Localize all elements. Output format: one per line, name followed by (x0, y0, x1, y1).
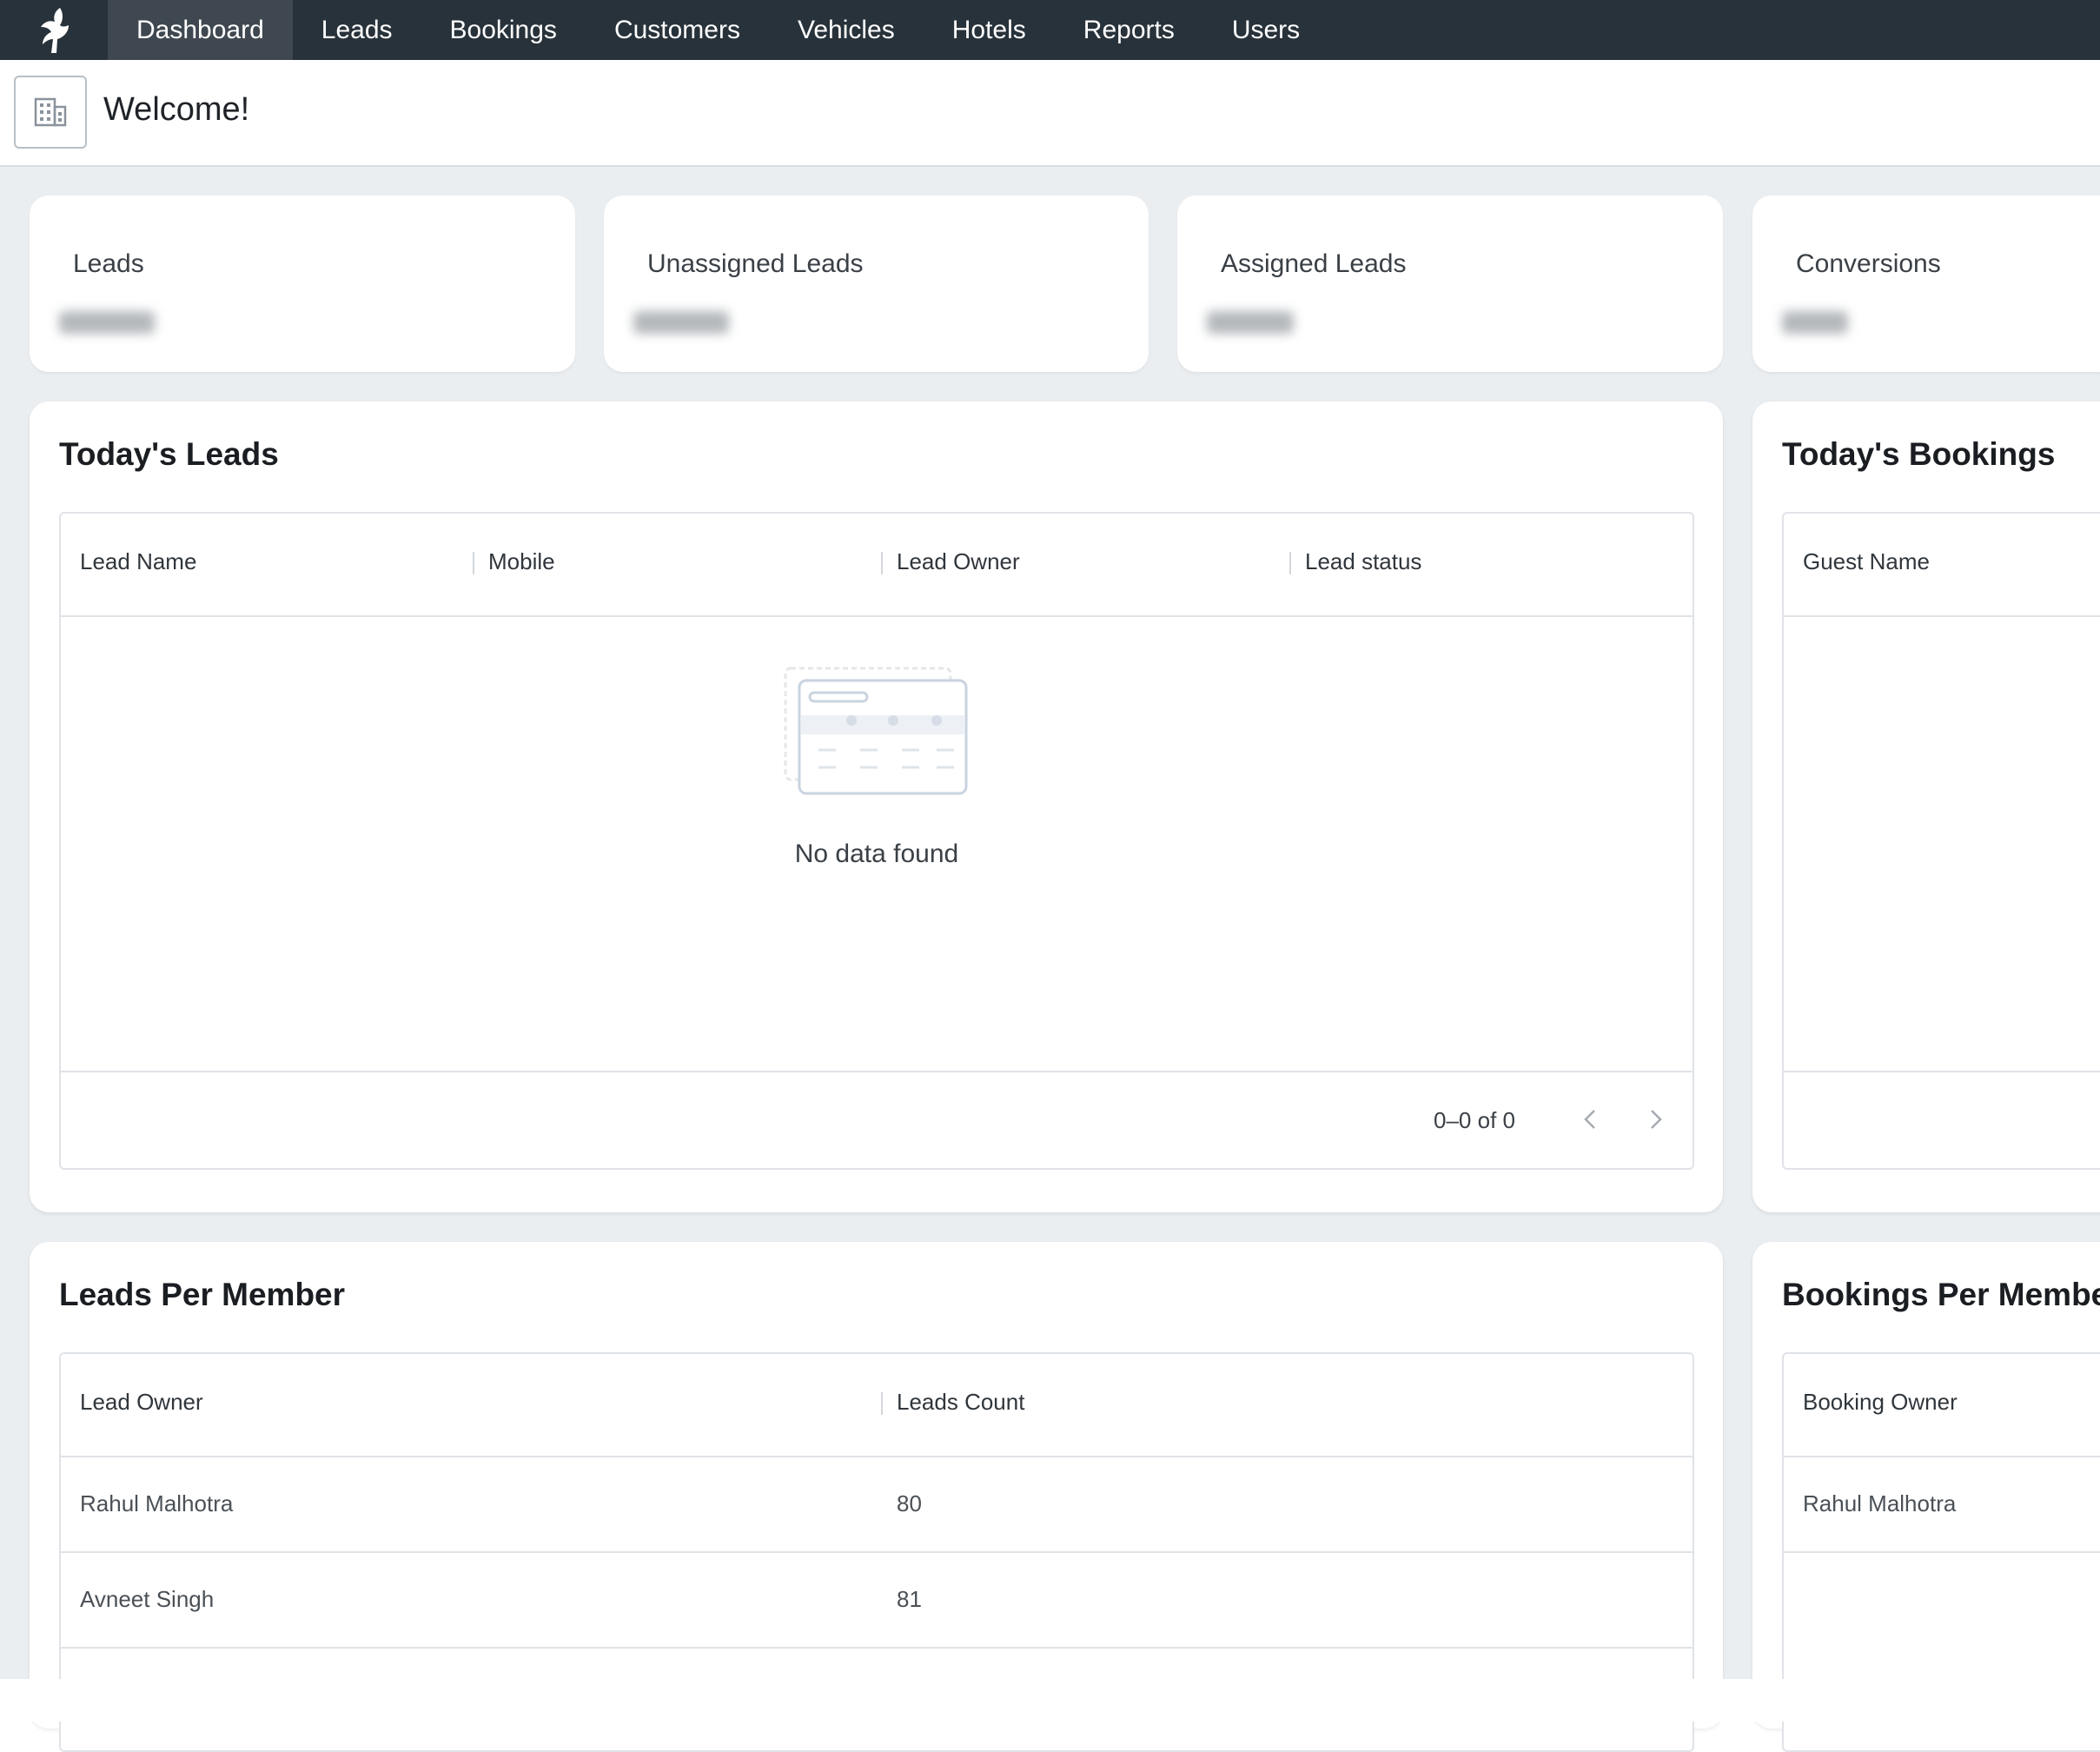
stat-value-blurred (1207, 311, 1294, 334)
nav-vehicles[interactable]: Vehicles (769, 0, 924, 60)
table-row[interactable]: Rahul Malhotra 80 (61, 1457, 1693, 1553)
cell-lead-owner: Rahul Malhotra (80, 1490, 234, 1516)
cell-booking-owner: Rahul Malhotra (1803, 1490, 1957, 1516)
grid-header: Lead Owner Leads Count (61, 1354, 1693, 1457)
column-header-lead-name[interactable]: Lead Name (80, 548, 196, 575)
dashboard-content: Leads Unassigned Leads Assigned Leads Co… (0, 167, 2100, 1752)
nav-leads[interactable]: Leads (293, 0, 421, 60)
cell-leads-count: 80 (897, 1490, 922, 1516)
column-header-guest-name[interactable]: Guest Name (1803, 548, 1930, 575)
grid-header: Lead Name Mobile Lead Owner Lead status (61, 514, 1693, 617)
column-header-booking-owner[interactable]: Booking Owner (1803, 1389, 1958, 1416)
building-icon (34, 97, 67, 127)
stat-label: Conversions (1796, 249, 1941, 278)
grid-footer (1784, 1071, 2100, 1168)
nav-reports[interactable]: Reports (1055, 0, 1203, 60)
panel-title: Bookings Per Membe (1782, 1277, 2100, 1312)
todays-leads-panel: Today's Leads Lead Name Mobile Lead Owne… (30, 402, 1723, 1212)
table-row[interactable]: Avneet Singh 81 (61, 1553, 1693, 1649)
chevron-right-icon (1651, 1110, 1662, 1129)
stat-label: Unassigned Leads (647, 249, 864, 278)
chevron-left-icon (1584, 1110, 1595, 1129)
nav-dashboard[interactable]: Dashboard (108, 0, 293, 60)
todays-bookings-grid: Guest Name (1782, 512, 2100, 1170)
top-nav: Dashboard Leads Bookings Customers Vehic… (0, 0, 2100, 60)
stat-value-blurred (633, 311, 729, 334)
page-bottom-edge (0, 1679, 2100, 1722)
grid-footer: 0–0 of 0 (61, 1071, 1693, 1168)
todays-bookings-panel: Today's Bookings Guest Name (1752, 402, 2100, 1212)
cell-leads-count: 81 (897, 1586, 922, 1612)
empty-state: No data found (61, 667, 1693, 869)
bookings-per-member-panel: Bookings Per Membe Booking Owner Rahul M… (1752, 1242, 2100, 1752)
nav-customers[interactable]: Customers (586, 0, 769, 60)
panel-title: Today's Bookings (1782, 436, 2056, 472)
building-button[interactable] (14, 76, 87, 149)
stat-card-leads[interactable]: Leads (30, 196, 575, 372)
nav-hotels[interactable]: Hotels (924, 0, 1055, 60)
welcome-bar: Welcome! (0, 60, 2100, 167)
prev-page-button[interactable] (1573, 1102, 1607, 1137)
grid-header: Booking Owner (1784, 1354, 2100, 1457)
table-row[interactable]: Rahul Malhotra (1784, 1457, 2100, 1553)
stat-card-conversions[interactable]: Conversions (1752, 196, 2100, 372)
stat-label: Assigned Leads (1221, 249, 1407, 278)
column-separator[interactable] (1289, 552, 1291, 574)
nav-users[interactable]: Users (1203, 0, 1328, 60)
stat-value-blurred (1782, 311, 1848, 334)
todays-leads-grid: Lead Name Mobile Lead Owner Lead status (59, 512, 1694, 1170)
column-header-leads-count[interactable]: Leads Count (897, 1389, 1024, 1416)
stat-card-unassigned-leads[interactable]: Unassigned Leads (604, 196, 1149, 372)
stat-label: Leads (73, 249, 144, 278)
stat-card-assigned-leads[interactable]: Assigned Leads (1177, 196, 1723, 372)
cell-lead-owner: Avneet Singh (80, 1586, 215, 1612)
stat-value-blurred (59, 311, 155, 334)
page-title: Welcome! (103, 91, 250, 128)
empty-table-icon (784, 667, 968, 795)
column-header-lead-status[interactable]: Lead status (1305, 548, 1421, 575)
column-separator[interactable] (881, 1392, 883, 1415)
next-page-button[interactable] (1639, 1102, 1673, 1137)
grid-header: Guest Name (1784, 514, 2100, 617)
nav-bookings[interactable]: Bookings (421, 0, 586, 60)
panel-title: Leads Per Member (59, 1277, 346, 1312)
column-header-lead-owner[interactable]: Lead Owner (80, 1389, 203, 1416)
panel-title: Today's Leads (59, 436, 279, 472)
bird-logo-icon[interactable] (0, 0, 108, 60)
column-header-mobile[interactable]: Mobile (488, 548, 555, 575)
column-header-lead-owner[interactable]: Lead Owner (897, 548, 1020, 575)
column-separator[interactable] (881, 552, 883, 574)
pagination-text: 0–0 of 0 (1434, 1107, 1515, 1133)
empty-state-text: No data found (794, 840, 959, 868)
leads-per-member-panel: Leads Per Member Lead Owner Leads Count … (30, 1242, 1723, 1752)
column-separator[interactable] (473, 552, 474, 574)
